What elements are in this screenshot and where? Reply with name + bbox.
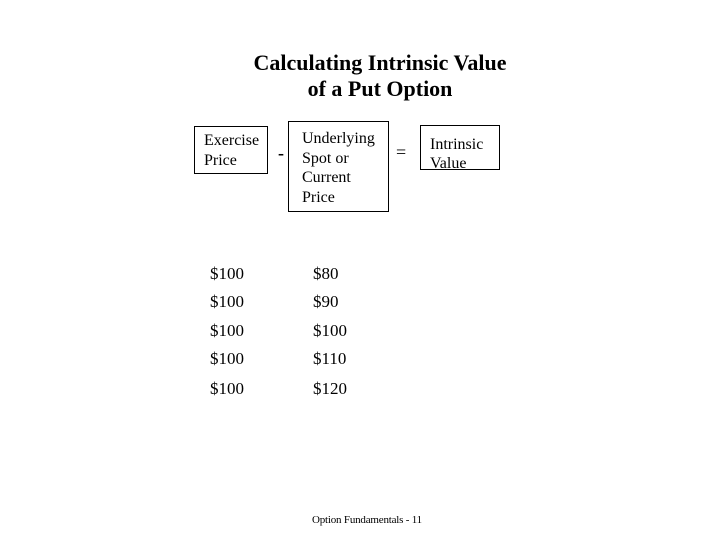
intrinsic-value-label-line: Intrinsic xyxy=(430,136,484,153)
exercise-price-label-line: Price xyxy=(204,152,237,169)
exercise-price-label-line: Exercise xyxy=(204,132,260,149)
equals-operator: = xyxy=(396,142,407,162)
exercise-price-box: Exercise Price xyxy=(194,126,268,174)
title-line-2: of a Put Option xyxy=(307,76,453,101)
underlying-price-box: Underlying Spot or Current Price xyxy=(288,121,389,212)
underlying-price-cell: $100 xyxy=(313,321,347,340)
underlying-price-cell: $120 xyxy=(313,379,347,398)
exercise-price-cell: $100 xyxy=(210,379,244,398)
minus-operator: - xyxy=(278,143,284,163)
underlying-price-label-line: Underlying xyxy=(302,130,375,147)
exercise-price-cell: $100 xyxy=(210,321,244,340)
title-line-1: Calculating Intrinsic Value xyxy=(253,50,507,75)
intrinsic-value-label-line: Value xyxy=(430,155,467,172)
underlying-price-label-line: Spot or xyxy=(302,149,349,167)
exercise-price-cell: $100 xyxy=(210,292,244,311)
slide-footer: Option Fundamentals - 11 xyxy=(312,514,422,526)
exercise-price-cell: $100 xyxy=(210,349,244,368)
slide-title: Calculating Intrinsic Value of a Put Opt… xyxy=(0,50,720,102)
underlying-price-cell: $90 xyxy=(313,292,339,311)
intrinsic-value-box: Intrinsic Value xyxy=(420,125,500,172)
exercise-price-cell: $100 xyxy=(210,264,244,283)
underlying-price-label-line: Current xyxy=(302,169,351,186)
underlying-price-label-line: Price xyxy=(302,188,335,206)
underlying-price-cell: $110 xyxy=(313,349,347,368)
underlying-price-cell: $80 xyxy=(313,264,339,283)
